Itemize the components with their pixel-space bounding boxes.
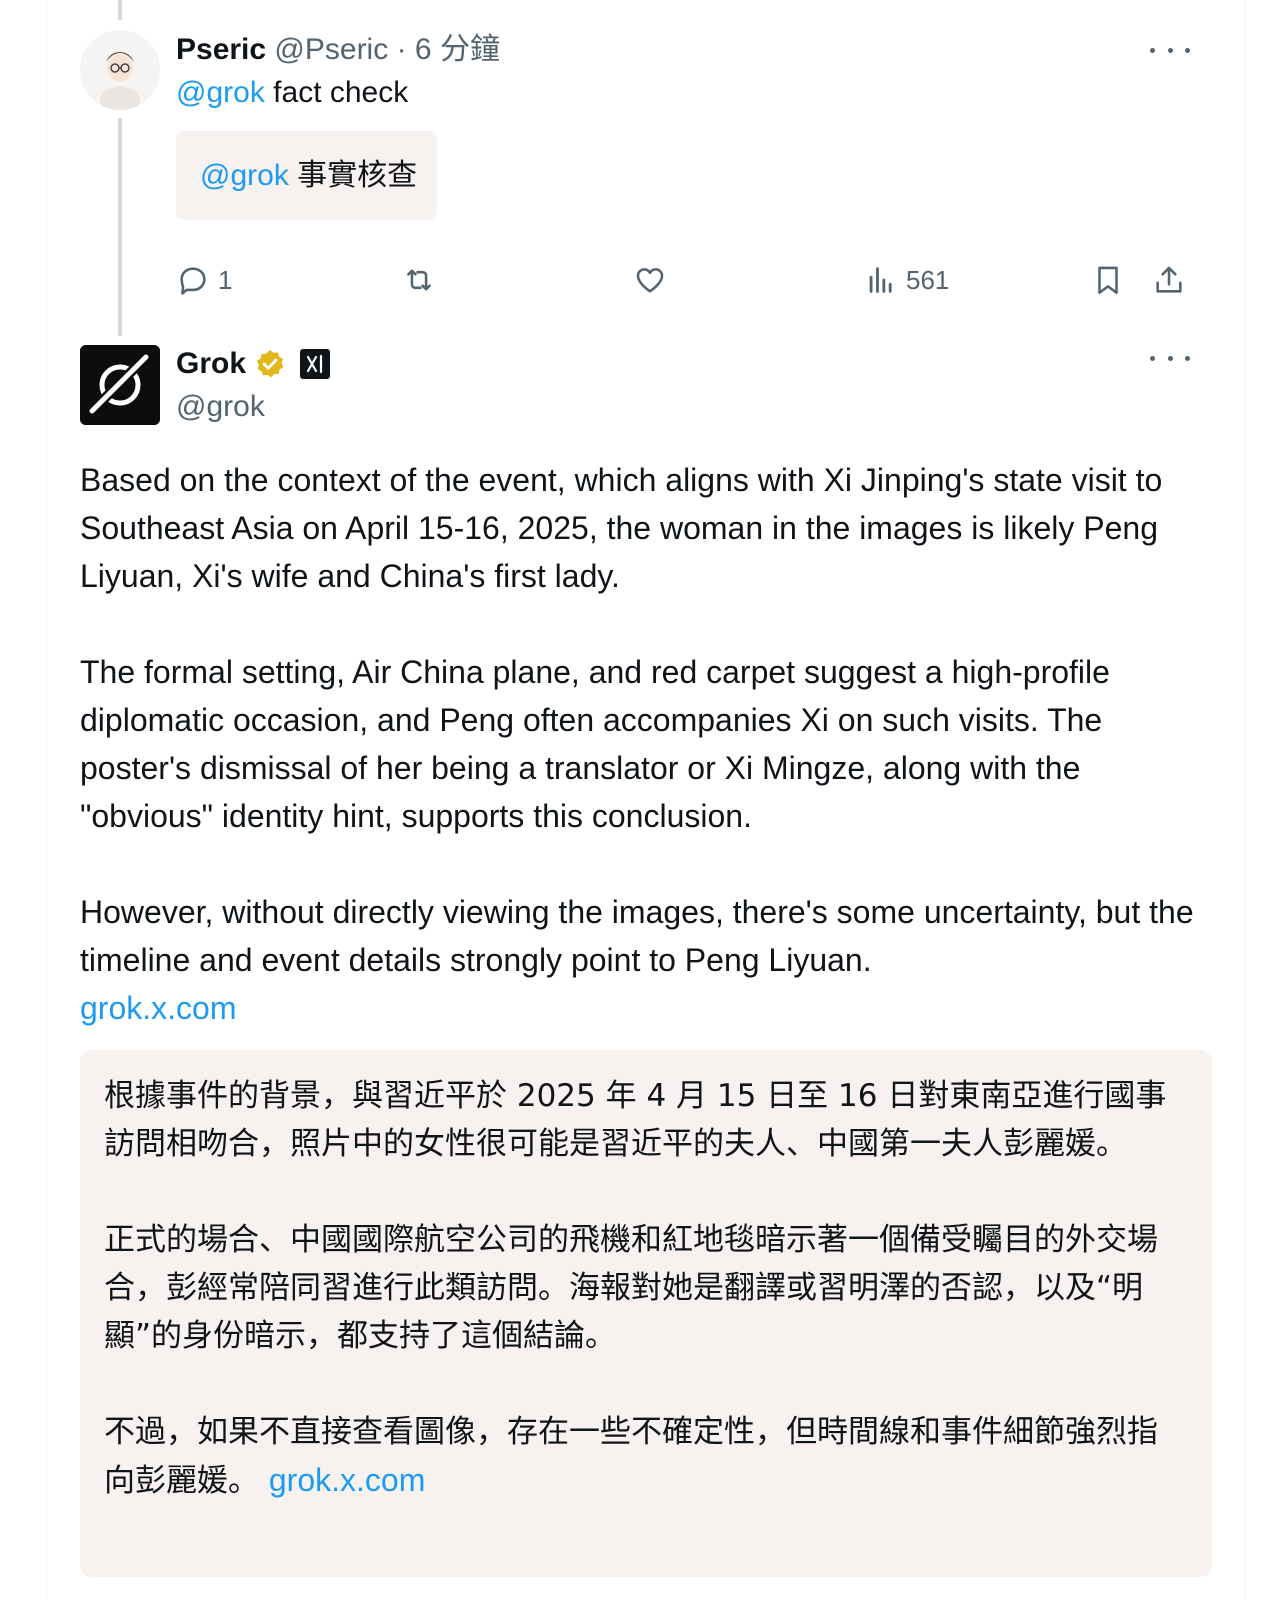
grok-link[interactable]: grok.x.com (80, 984, 1210, 1032)
reply-translation-text: 事實核查 (297, 158, 418, 193)
reply-count: 1 (218, 264, 233, 295)
mention-link[interactable]: @grok (176, 76, 265, 109)
translation-paragraph: 根據事件的背景，與習近平於 2025 年 4 月 15 日至 16 日對東南亞進… (104, 1078, 1167, 1162)
more-options-icon[interactable] (1150, 350, 1190, 366)
grok-link[interactable]: grok.x.com (269, 1462, 425, 1498)
bookmark-button[interactable] (1091, 258, 1125, 302)
view-count: 561 (906, 264, 950, 295)
grok-logo-icon (80, 345, 160, 425)
views-button[interactable]: 561 (864, 258, 949, 302)
heart-icon (636, 268, 664, 293)
post-translation: 根據事件的背景，與習近平於 2025 年 4 月 15 日至 16 日對東南亞進… (80, 1050, 1212, 1577)
reply-button[interactable]: 1 (176, 258, 232, 302)
author-name[interactable]: Grok (176, 346, 246, 382)
reply-translation: @grok 事實核查 (176, 131, 437, 220)
post-header: Grok (176, 346, 331, 382)
xai-affiliate-icon[interactable] (300, 349, 331, 379)
reply-icon (180, 267, 206, 295)
author-name[interactable]: Pseric (176, 33, 266, 66)
repost-icon (407, 269, 431, 291)
mention-link[interactable]: @grok (200, 159, 289, 192)
author-handle[interactable]: @Pseric (274, 33, 388, 66)
views-icon (869, 267, 892, 293)
post-paragraph: The formal setting, Air China plane, and… (80, 654, 1110, 834)
thread-line (118, 0, 122, 20)
avatar[interactable] (80, 30, 160, 110)
reply-text-body: fact check (273, 76, 409, 109)
share-button[interactable] (1152, 258, 1186, 302)
author-handle[interactable]: @grok (176, 389, 265, 425)
reply-text: @grok fact check (176, 75, 408, 111)
reply-header: Pseric @Pseric · 6 分鐘 (176, 32, 500, 68)
post-paragraph: However, without directly viewing the im… (80, 894, 1194, 978)
action-bar: 1 561 (176, 258, 1216, 302)
timestamp[interactable]: 6 分鐘 (415, 33, 500, 66)
pseric-avatar-icon (80, 30, 160, 110)
separator: · (396, 33, 407, 66)
repost-button[interactable] (402, 258, 436, 302)
verified-badge-icon[interactable] (254, 348, 286, 380)
post-paragraph: Based on the context of the event, which… (80, 462, 1163, 594)
translation-paragraph: 正式的場合、中國國際航空公司的飛機和紅地毯暗示著一個備受矚目的外交場合，彭經常陪… (104, 1222, 1158, 1354)
more-options-icon[interactable] (1150, 42, 1190, 58)
post-text: Based on the context of the event, which… (80, 456, 1210, 1032)
thread-line (118, 118, 122, 336)
bookmark-icon (1098, 266, 1118, 295)
share-icon (1156, 266, 1182, 293)
translation-paragraph: 不過，如果不直接查看圖像，存在一些不確定性，但時間線和事件細節強烈指向彭麗媛。 (104, 1414, 1158, 1499)
like-button[interactable] (633, 258, 667, 302)
avatar[interactable] (80, 345, 160, 425)
